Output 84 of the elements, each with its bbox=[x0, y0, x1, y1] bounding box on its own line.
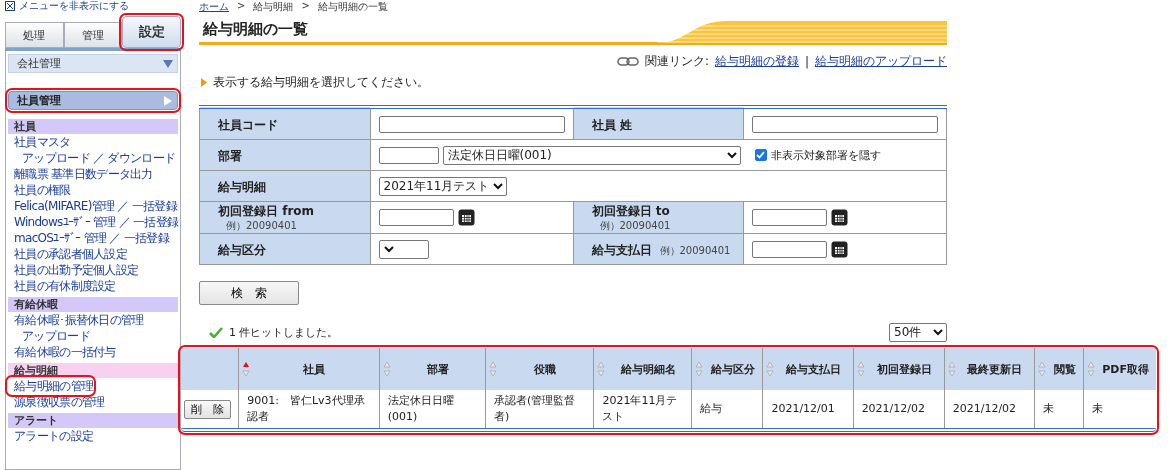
calendar-icon[interactable] bbox=[457, 209, 475, 226]
bullet-triangle-icon bbox=[201, 78, 207, 87]
menu-link[interactable]: 社員の承認者個人設定 bbox=[8, 246, 127, 262]
menu-link[interactable]: 社員の出勤予定個人設定 bbox=[8, 262, 139, 278]
menu-toggle-link[interactable]: メニューを非表示にする bbox=[19, 0, 129, 13]
chain-link-icon bbox=[616, 57, 639, 66]
menu-link[interactable]: 社員マスタ bbox=[8, 134, 71, 150]
menu-link[interactable]: アップロード bbox=[8, 328, 90, 344]
table-cell: 9001: 皆仁Lv3代理承認者 bbox=[247, 394, 365, 423]
related-links-label: 関連リンク: bbox=[644, 53, 709, 70]
menu-tab[interactable]: 管理 bbox=[63, 22, 123, 48]
menu-header[interactable]: 社員管理 bbox=[8, 91, 178, 110]
table-cell: 給与 bbox=[700, 402, 722, 415]
page-title: 給与明細の一覧 bbox=[203, 20, 309, 39]
instruction-text: 表示する給与明細を選択してください。 bbox=[213, 74, 429, 91]
related-link[interactable]: 給与明細のアップロード bbox=[815, 53, 947, 70]
date-field[interactable] bbox=[752, 240, 827, 258]
search-button[interactable]: 検 索 bbox=[199, 281, 299, 305]
calendar-icon[interactable] bbox=[831, 209, 848, 226]
field-label: 初回登録日 to 例）20090401 bbox=[573, 201, 744, 234]
down-triangle-icon bbox=[163, 58, 173, 69]
chevron-down-icon bbox=[383, 245, 394, 253]
select-field[interactable] bbox=[378, 239, 429, 259]
select-field[interactable]: 法定休日日曜(001) bbox=[442, 145, 741, 165]
field-label: 給与支払日 例）20090401 bbox=[573, 233, 744, 265]
field-label: 社員コード bbox=[199, 107, 370, 140]
field-label: 給与明細 bbox=[199, 170, 370, 202]
date-field[interactable] bbox=[752, 209, 827, 226]
breadcrumb-separator: > bbox=[301, 0, 310, 12]
checkbox-label: 非表示対象部署を隠す bbox=[770, 147, 881, 163]
result-message: 1 件ヒットしました。 bbox=[229, 325, 339, 340]
date-field[interactable] bbox=[378, 209, 454, 226]
menu-link[interactable]: 離職票 基準日数データ出力 bbox=[8, 166, 153, 182]
breadcrumb-separator: > bbox=[237, 0, 246, 12]
right-triangle-icon bbox=[163, 95, 173, 106]
calendar-icon[interactable] bbox=[831, 240, 848, 258]
menu-link[interactable]: macOSﾕｰｻﾞｰ 管理 ／ 一括登録 bbox=[8, 230, 169, 246]
table-cell: 承認者(管理監督者) bbox=[494, 394, 576, 423]
table-cell: 未 bbox=[1092, 402, 1104, 415]
chevron-down-icon bbox=[493, 182, 504, 190]
table-cell: 2021年11月テスト bbox=[602, 394, 678, 423]
menu-link[interactable]: 社員の有休制度設定 bbox=[8, 278, 116, 294]
menu-link[interactable]: 有給休暇の一括付与 bbox=[8, 344, 116, 360]
breadcrumb-item: 給与明細の一覧 bbox=[317, 0, 388, 12]
menu-link[interactable]: Felica(MIFARE)管理 ／ 一括登録 bbox=[8, 198, 177, 214]
field-label: 社員 姓 bbox=[573, 107, 744, 140]
code-field[interactable] bbox=[378, 146, 439, 164]
menu-tab[interactable]: 設定 bbox=[122, 16, 181, 48]
checkbox[interactable] bbox=[754, 149, 767, 161]
text-field[interactable] bbox=[752, 115, 938, 133]
menu-link[interactable]: 有給休暇･振替休日の管理 bbox=[8, 312, 144, 328]
table-cell: 未 bbox=[1042, 402, 1054, 415]
field-label: 初回登録日 from 例）20090401 bbox=[199, 201, 370, 234]
table-cell: 2021/12/02 bbox=[861, 402, 926, 415]
section-header: 給与明細 bbox=[8, 363, 178, 378]
field-label: 部署 bbox=[199, 139, 370, 171]
section-header: 有給休暇 bbox=[8, 297, 178, 312]
section-header: アラート bbox=[8, 413, 178, 428]
chevron-down-icon bbox=[933, 329, 943, 336]
sort-icon[interactable] bbox=[242, 361, 251, 377]
menu-tab[interactable]: 処理 bbox=[5, 22, 64, 48]
select-field[interactable]: 2021年11月テスト bbox=[378, 176, 508, 196]
menu-link[interactable]: 社員の権限 bbox=[8, 182, 71, 198]
delete-button[interactable]: 削 除 bbox=[184, 399, 231, 419]
menu-link[interactable]: アップロード ／ ダウンロード bbox=[8, 150, 176, 166]
menu-link[interactable]: Windowsﾕｰｻﾞｰ 管理 ／ 一括登録 bbox=[8, 214, 179, 230]
breadcrumb-link[interactable]: ホーム bbox=[199, 0, 229, 12]
field-label: 給与区分 bbox=[199, 233, 370, 265]
menu-link[interactable]: アラートの設定 bbox=[8, 428, 94, 444]
table-cell: 法定休日日曜(001) bbox=[387, 394, 454, 423]
chevron-down-icon bbox=[726, 151, 737, 159]
link-separator: | bbox=[804, 54, 809, 69]
menu-link[interactable]: 源泉徴収票の管理 bbox=[8, 394, 105, 410]
table-cell: 2021/12/01 bbox=[771, 402, 835, 415]
page-size-select[interactable]: 50件 bbox=[889, 323, 947, 342]
breadcrumb-item: 給与明細 bbox=[253, 0, 294, 12]
table-cell: 2021/12/02 bbox=[952, 402, 1017, 415]
close-box-icon[interactable] bbox=[5, 1, 15, 11]
section-header: 社員 bbox=[8, 119, 178, 134]
check-icon bbox=[209, 327, 223, 338]
menu-header[interactable]: 会社管理 bbox=[8, 54, 178, 73]
text-field[interactable] bbox=[378, 115, 565, 133]
menu-link[interactable]: 給与明細の管理 bbox=[8, 378, 94, 394]
related-link[interactable]: 給与明細の登録 bbox=[714, 53, 799, 70]
